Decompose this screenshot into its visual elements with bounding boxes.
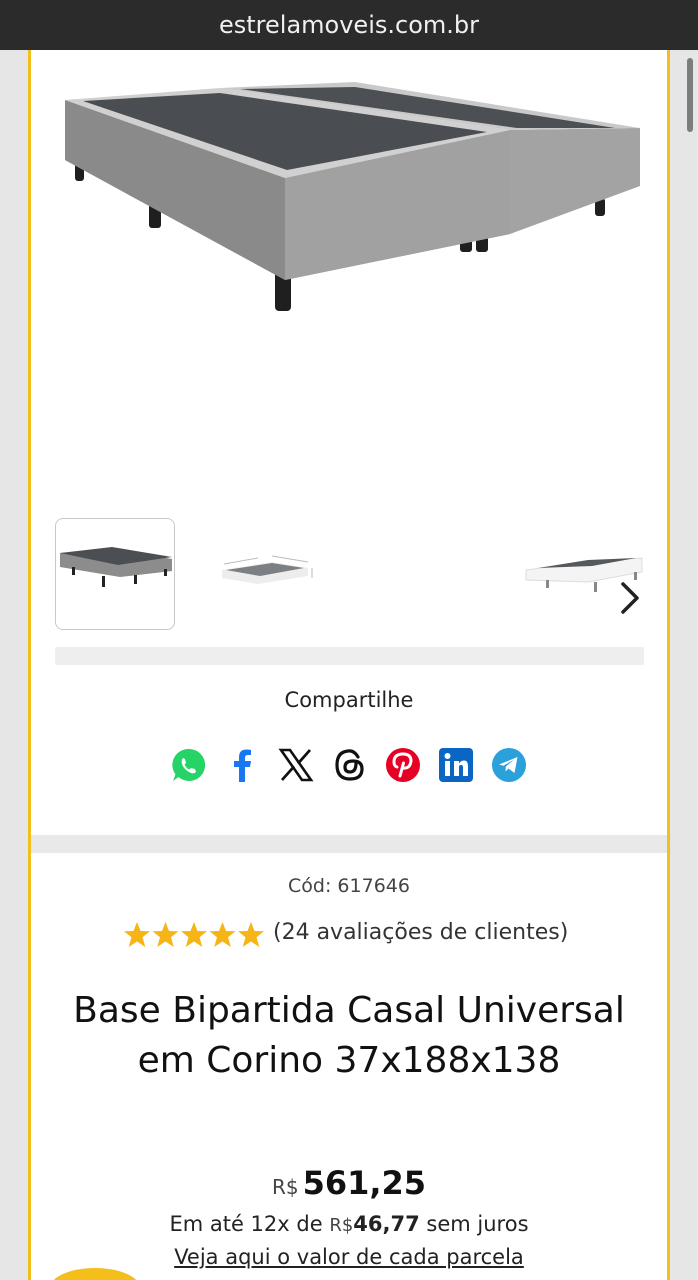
x-icon[interactable] bbox=[277, 746, 315, 784]
main-product-image[interactable] bbox=[55, 70, 645, 340]
chevron-right-icon[interactable] bbox=[615, 578, 645, 618]
price-currency: R$ bbox=[271, 1175, 299, 1199]
installment-value: 46,77 bbox=[353, 1212, 420, 1236]
gallery-progress-bar bbox=[55, 647, 644, 665]
installment-suffix: sem juros bbox=[426, 1212, 529, 1236]
product-title-line-2: em Corino 37x188x138 bbox=[137, 1040, 561, 1081]
installment-prefix: Em até 12x de bbox=[169, 1212, 323, 1236]
telegram-icon[interactable] bbox=[490, 746, 528, 784]
scrollbar[interactable] bbox=[687, 58, 693, 132]
linkedin-icon[interactable] bbox=[437, 746, 475, 784]
product-code: Cód: 617646 bbox=[288, 875, 410, 897]
star-icon bbox=[124, 922, 264, 947]
thumbnail-2[interactable] bbox=[212, 518, 332, 630]
installment-currency: R$ bbox=[329, 1215, 354, 1236]
product-title: Base Bipartida Casal Universal em Corino… bbox=[31, 986, 667, 1086]
installments-link[interactable]: Veja aqui o valor de cada parcela bbox=[31, 1245, 667, 1269]
accent-border-right bbox=[667, 50, 670, 1280]
accent-border-left bbox=[28, 50, 31, 1280]
facebook-icon[interactable] bbox=[224, 746, 262, 784]
installments-text: Em até 12x de R$46,77 sem juros bbox=[31, 1212, 667, 1236]
thumbnail-2-image bbox=[222, 555, 313, 584]
whatsapp-icon[interactable] bbox=[170, 746, 208, 784]
page-gutter-right bbox=[670, 50, 698, 1280]
page-gutter-left bbox=[0, 50, 28, 1280]
price-value: 561,25 bbox=[302, 1164, 427, 1202]
pinterest-icon[interactable] bbox=[384, 746, 422, 784]
rating-stars[interactable] bbox=[123, 921, 265, 949]
thumbnail-1[interactable] bbox=[55, 518, 175, 630]
browser-url-bar[interactable]: estrelamoveis.com.br bbox=[0, 0, 698, 50]
price: R$ 561,25 bbox=[31, 1164, 667, 1202]
share-title: Compartilhe bbox=[284, 688, 414, 712]
thumbnail-1-image bbox=[60, 547, 172, 587]
reviews-count-link[interactable]: (24 avaliações de clientes) bbox=[273, 920, 568, 945]
threads-icon[interactable] bbox=[331, 746, 369, 784]
url-text: estrelamoveis.com.br bbox=[219, 11, 479, 39]
product-title-line-1: Base Bipartida Casal Universal bbox=[73, 990, 625, 1031]
